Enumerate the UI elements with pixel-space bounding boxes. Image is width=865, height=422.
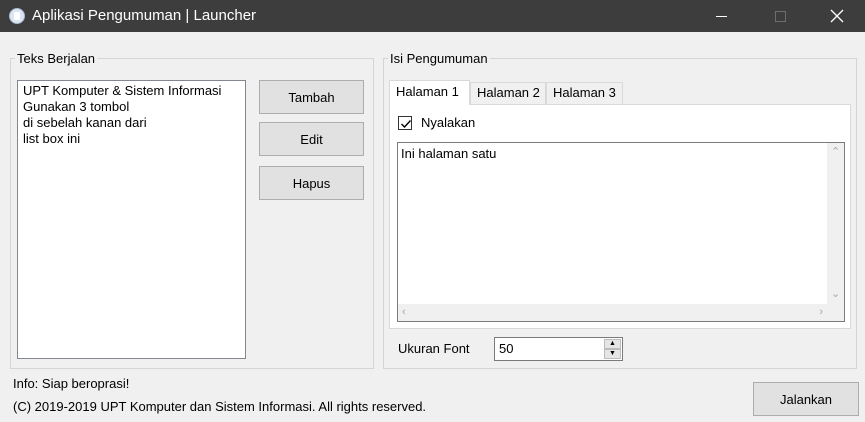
close-icon: [830, 9, 844, 23]
tab-page-1[interactable]: Halaman 1: [389, 80, 470, 105]
tab-page-2[interactable]: Halaman 2: [470, 82, 546, 104]
status-text: Info: Siap beroprasi!: [13, 376, 130, 391]
enable-checkbox-label: Nyalakan: [421, 115, 476, 130]
tab-panel: Nyalakan Ini halaman satu ⌃ ⌄ ‹ ›: [389, 104, 851, 329]
scroll-left-icon[interactable]: ‹: [402, 307, 406, 318]
title-bar: Aplikasi Pengumuman | Launcher: [0, 0, 865, 32]
minimize-button[interactable]: [699, 0, 745, 32]
scroll-down-icon[interactable]: ⌄: [831, 289, 840, 300]
maximize-button[interactable]: [757, 0, 803, 32]
announcement-legend: Isi Pengumuman: [390, 51, 488, 66]
list-item[interactable]: UPT Komputer & Sistem Informasi: [23, 83, 240, 99]
font-size-stepper[interactable]: 50 ▲ ▼: [494, 337, 623, 361]
scroll-corner: [827, 304, 844, 321]
window-title: Aplikasi Pengumuman | Launcher: [32, 7, 257, 24]
spin-up-icon[interactable]: ▲: [604, 339, 621, 349]
font-size-value[interactable]: 50: [499, 341, 513, 356]
scroll-right-icon[interactable]: ›: [819, 307, 823, 318]
font-size-label: Ukuran Font: [398, 341, 470, 356]
add-button[interactable]: Tambah: [259, 80, 364, 114]
running-text-legend: Teks Berjalan: [17, 51, 96, 66]
running-text-listbox[interactable]: UPT Komputer & Sistem Informasi Gunakan …: [17, 80, 246, 359]
announcement-textarea[interactable]: Ini halaman satu ⌃ ⌄ ‹ ›: [397, 142, 845, 322]
check-icon: [401, 120, 412, 129]
close-button[interactable]: [814, 0, 860, 32]
delete-button[interactable]: Hapus: [259, 166, 364, 200]
run-button[interactable]: Jalankan: [753, 382, 859, 416]
vertical-scrollbar[interactable]: ⌃ ⌄: [827, 143, 844, 304]
enable-checkbox[interactable]: [398, 116, 412, 130]
list-item[interactable]: di sebelah kanan dari: [23, 115, 240, 131]
spin-buttons[interactable]: ▲ ▼: [604, 339, 621, 359]
horizontal-scrollbar[interactable]: ‹ ›: [398, 304, 827, 321]
list-item[interactable]: list box ini: [23, 131, 240, 147]
copyright-text: (C) 2019-2019 UPT Komputer dan Sistem In…: [13, 399, 427, 414]
spin-down-icon[interactable]: ▼: [604, 349, 621, 359]
tab-page-3[interactable]: Halaman 3: [546, 82, 623, 104]
edit-button[interactable]: Edit: [259, 122, 364, 156]
scroll-up-icon[interactable]: ⌃: [831, 147, 840, 158]
app-icon: [9, 8, 25, 24]
list-item[interactable]: Gunakan 3 tombol: [23, 99, 240, 115]
announcement-text: Ini halaman satu: [401, 146, 497, 161]
